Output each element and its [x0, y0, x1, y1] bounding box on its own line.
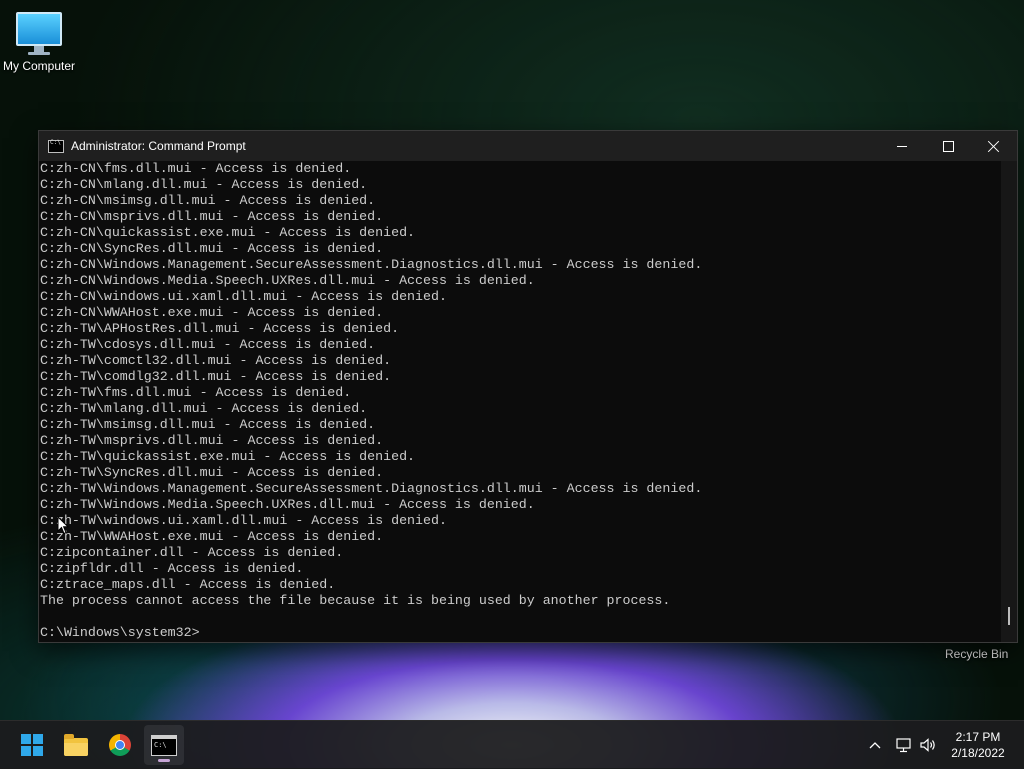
console-line: C:zh-TW\msimsg.dll.mui - Access is denie…: [40, 417, 376, 432]
console-line: C:zh-TW\mlang.dll.mui - Access is denied…: [40, 401, 368, 416]
console-line: C:zh-TW\msprivs.dll.mui - Access is deni…: [40, 433, 384, 448]
console-line: C:zh-TW\windows.ui.xaml.dll.mui - Access…: [40, 513, 447, 528]
maximize-button[interactable]: [925, 131, 971, 161]
console-line: C:zh-TW\comctl32.dll.mui - Access is den…: [40, 353, 392, 368]
console-line: C:zh-TW\comdlg32.dll.mui - Access is den…: [40, 369, 392, 384]
taskbar-file-explorer-button[interactable]: [56, 725, 96, 765]
tray-network-button[interactable]: [892, 721, 916, 769]
recycle-bin-label[interactable]: Recycle Bin: [945, 647, 1008, 661]
chrome-icon: [109, 734, 131, 756]
console-line: C:zh-TW\fms.dll.mui - Access is denied.: [40, 385, 352, 400]
maximize-icon: [942, 140, 954, 152]
minimize-button[interactable]: [879, 131, 925, 161]
console-line: C:zipfldr.dll - Access is denied.: [40, 561, 304, 576]
window-title: Administrator: Command Prompt: [71, 139, 246, 153]
monitor-icon: [16, 12, 62, 46]
command-prompt-window[interactable]: Administrator: Command Prompt C:zh-CN\fm…: [38, 130, 1018, 643]
console-line: C:zh-TW\SyncRes.dll.mui - Access is deni…: [40, 465, 384, 480]
console-line: C:zh-CN\windows.ui.xaml.dll.mui - Access…: [40, 289, 447, 304]
cmd-icon: [48, 139, 64, 153]
minimize-icon: [897, 145, 907, 147]
active-app-indicator: [158, 759, 170, 762]
console-line: C:ztrace_maps.dll - Access is denied.: [40, 577, 336, 592]
tray-volume-button[interactable]: [916, 721, 940, 769]
console-line: The process cannot access the file becau…: [40, 593, 671, 608]
console-line: C:zh-TW\Windows.Media.Speech.UXRes.dll.m…: [40, 497, 535, 512]
network-icon: [896, 738, 911, 753]
console-line: C:zh-TW\Windows.Management.SecureAssessm…: [40, 481, 703, 496]
windows-start-icon: [21, 734, 43, 756]
console-line: C:zh-CN\Windows.Media.Speech.UXRes.dll.m…: [40, 273, 535, 288]
scrollbar-thumb[interactable]: [1008, 607, 1010, 625]
chevron-up-icon: [869, 742, 881, 749]
console-line: C:zh-TW\APHostRes.dll.mui - Access is de…: [40, 321, 400, 336]
console-line: C:zh-CN\mlang.dll.mui - Access is denied…: [40, 177, 368, 192]
taskbar: C:\ 2:17 PM 2/18/2022: [0, 720, 1024, 769]
folder-icon: [64, 733, 88, 756]
console-output[interactable]: C:zh-CN\fms.dll.mui - Access is denied. …: [39, 161, 1001, 642]
console-line: C:zh-CN\quickassist.exe.mui - Access is …: [40, 225, 416, 240]
console-line: C:zh-TW\cdosys.dll.mui - Access is denie…: [40, 337, 376, 352]
console-line: C:zh-TW\quickassist.exe.mui - Access is …: [40, 449, 416, 464]
console-line: C:zh-CN\SyncRes.dll.mui - Access is deni…: [40, 241, 384, 256]
console-line: C:zh-CN\msprivs.dll.mui - Access is deni…: [40, 209, 384, 224]
console-line: C:zipcontainer.dll - Access is denied.: [40, 545, 344, 560]
command-prompt-line[interactable]: C:\Windows\system32>: [39, 625, 1001, 641]
cmd-icon: C:\: [151, 734, 177, 756]
window-titlebar[interactable]: Administrator: Command Prompt: [39, 131, 1017, 161]
taskbar-start-button[interactable]: [12, 725, 52, 765]
close-icon: [988, 140, 1000, 152]
taskbar-chrome-button[interactable]: [100, 725, 140, 765]
desktop-icon-my-computer[interactable]: My Computer: [0, 8, 78, 73]
console-line: C:zh-CN\Windows.Management.SecureAssessm…: [40, 257, 703, 272]
console-line: C:zh-CN\fms.dll.mui - Access is denied.: [40, 161, 352, 176]
console-line: C:zh-CN\WWAHost.exe.mui - Access is deni…: [40, 305, 384, 320]
console-line: C:zh-TW\WWAHost.exe.mui - Access is deni…: [40, 529, 384, 544]
clock-time: 2:17 PM: [955, 730, 1001, 744]
volume-icon: [920, 738, 935, 752]
tray-overflow-button[interactable]: [864, 721, 886, 769]
desktop-icon-label: My Computer: [2, 59, 76, 73]
close-button[interactable]: [971, 131, 1017, 161]
vertical-scrollbar[interactable]: [1001, 161, 1017, 642]
console-line: C:zh-CN\msimsg.dll.mui - Access is denie…: [40, 193, 376, 208]
clock-date: 2/18/2022: [951, 746, 1005, 760]
taskbar-command-prompt-button[interactable]: C:\: [144, 725, 184, 765]
taskbar-clock[interactable]: 2:17 PM 2/18/2022: [940, 729, 1016, 761]
